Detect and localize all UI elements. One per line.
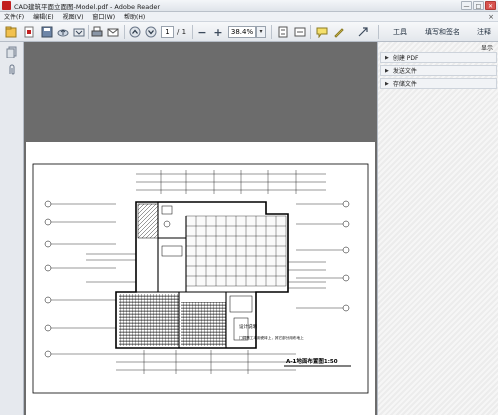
toolbar-separator [192,25,193,39]
expand-arrow-icon: ▶ [385,54,389,61]
title-bar: CAD建筑平面立面图-Model.pdf - Adobe Reader — □ … [0,0,498,12]
panel-item-store-file[interactable]: ▶ 存储文件 [380,78,497,89]
share-icon[interactable] [72,26,86,38]
panel-item-label: 存储文件 [392,81,417,88]
save-icon[interactable] [40,26,54,38]
panel-item-label: 创建 PDF [392,55,419,62]
expand-arrow-icon: ▶ [385,67,389,74]
close-document-icon[interactable]: × [488,13,494,21]
menu-file[interactable]: 文件(F) [4,12,24,21]
zoom-dropdown-icon[interactable]: ▾ [256,26,266,38]
menu-window[interactable]: 窗口(W) [92,12,115,21]
page-number-input[interactable]: 1 [161,26,174,38]
panel-item-send-file[interactable]: ▶ 发送文件 [380,65,497,76]
email-icon[interactable] [106,26,120,38]
design-note-title: 设计说明 [239,323,257,330]
menu-edit[interactable]: 编辑(E) [33,12,53,21]
toolbar: 1 / 1 − + 38.4% ▾ 工具 填写和签名 注释 [0,22,498,42]
page-thumbnails-icon[interactable] [6,46,18,59]
comment-icon[interactable] [315,26,329,38]
tab-fill-and-sign[interactable]: 填写和签名 [425,26,460,38]
next-page-icon[interactable] [144,26,158,38]
floor-plan-drawing: 设计说明 门洞需工本用瓷砖上，其它部分用布地上 A-1地面布置图1:50 [32,163,369,394]
adobe-reader-icon [2,1,11,10]
design-note-text: 门洞需工本用瓷砖上，其它部分用布地上 [239,335,304,340]
menu-bar: 文件(F) 编辑(E) 视图(V) 窗口(W) 帮助(H) × [0,12,498,22]
attachments-icon[interactable] [6,64,18,76]
menu-help[interactable]: 帮助(H) [124,12,145,21]
document-viewport[interactable]: 设计说明 门洞需工本用瓷砖上，其它部分用布地上 A-1地面布置图1:50 [24,42,377,415]
zoom-out-button[interactable]: − [196,26,208,39]
previous-page-icon[interactable] [128,26,142,38]
open-file-icon[interactable] [22,26,36,38]
panel-item-label: 发送文件 [392,68,417,75]
zoom-level-input[interactable]: 38.4% [228,26,256,38]
panel-item-create-pdf[interactable]: ▶ 创建 PDF [380,52,497,63]
navigation-pane [0,42,24,415]
fit-width-icon[interactable] [293,26,307,38]
toolbar-separator [271,25,272,39]
plan-title: A-1地面布置图1:50 [286,357,338,365]
tools-panel: 显示 ▶ 创建 PDF ▶ 发送文件 ▶ 存储文件 [377,42,498,415]
create-pdf-icon[interactable] [4,26,18,38]
page-total: / 1 [177,28,187,36]
sign-icon[interactable] [332,26,346,38]
toolbar-separator [124,25,125,39]
window-controls: — □ ✕ [460,1,496,10]
maximize-button[interactable]: □ [473,1,484,10]
pdf-page: 设计说明 门洞需工本用瓷砖上，其它部分用布地上 A-1地面布置图1:50 [26,142,375,415]
toolbar-separator [88,25,89,39]
panel-show-label[interactable]: 显示 [481,43,493,52]
close-window-button[interactable]: ✕ [485,1,496,10]
print-icon[interactable] [90,26,104,38]
window-title: CAD建筑平面立面图-Model.pdf - Adobe Reader [14,2,161,11]
menu-view[interactable]: 视图(V) [63,12,84,21]
expand-icon[interactable] [356,26,370,38]
fit-page-icon[interactable] [276,26,290,38]
tab-tools[interactable]: 工具 [393,26,407,38]
expand-arrow-icon: ▶ [385,80,389,87]
cloud-upload-icon[interactable] [56,26,70,38]
toolbar-separator [378,25,379,39]
zoom-in-button[interactable]: + [212,26,224,39]
minimize-button[interactable]: — [461,1,472,10]
toolbar-separator [310,25,311,39]
tab-comment[interactable]: 注释 [477,26,491,38]
